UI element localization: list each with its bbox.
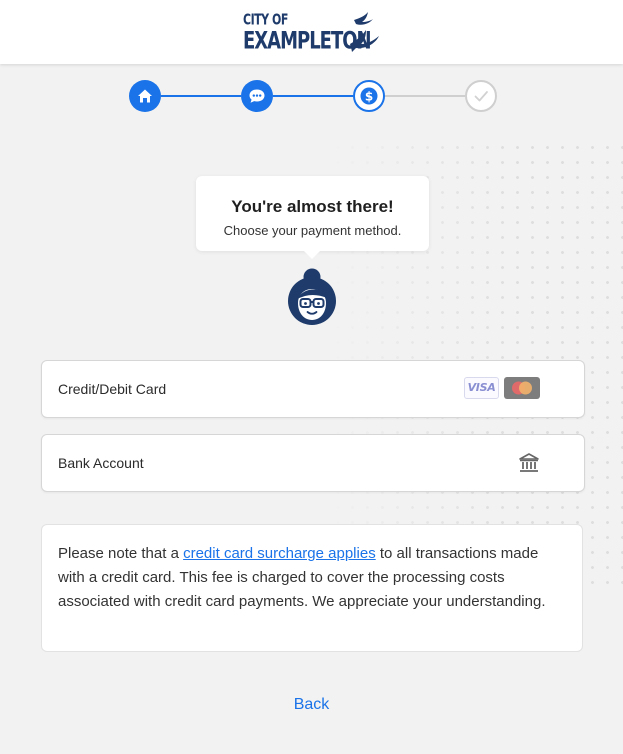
surcharge-link[interactable]: credit card surcharge applies (183, 545, 376, 562)
dollar-icon: $ (360, 87, 378, 105)
bank-account-option[interactable]: Bank Account (41, 434, 585, 492)
birds-icon (350, 12, 379, 52)
check-icon (474, 91, 488, 102)
assistant-avatar-icon (288, 268, 336, 325)
city-logo[interactable]: CITY OF EXAMPLETON (240, 6, 390, 58)
svg-text:$: $ (365, 90, 373, 104)
credit-debit-card-option[interactable]: Credit/Debit Card VISA (41, 360, 585, 418)
step-confirm (465, 80, 497, 112)
credit-debit-card-label: Credit/Debit Card (58, 381, 167, 397)
stepper-connector (273, 95, 353, 97)
stepper-connector (385, 95, 465, 97)
bank-icon (519, 453, 539, 472)
chat-icon (249, 89, 265, 103)
home-icon (138, 89, 152, 103)
surcharge-notice: Please note that a credit card surcharge… (41, 524, 583, 652)
site-header: CITY OF EXAMPLETON (0, 0, 623, 64)
bubble-subtitle: Choose your payment method. (223, 223, 402, 238)
step-payment[interactable]: $ (353, 80, 385, 112)
step-chat[interactable] (241, 80, 273, 112)
mastercard-icon (504, 377, 540, 399)
stepper-connector (161, 95, 241, 97)
logo-line-1: CITY OF (243, 11, 288, 29)
bank-account-label: Bank Account (58, 455, 144, 471)
visa-icon: VISA (464, 377, 499, 399)
step-home[interactable] (129, 80, 161, 112)
speech-bubble: You're almost there! Choose your payment… (196, 176, 429, 259)
back-link[interactable]: Back (0, 696, 623, 714)
notice-text-start: Please note that a (58, 545, 184, 562)
bubble-title: You're almost there! (231, 197, 394, 216)
